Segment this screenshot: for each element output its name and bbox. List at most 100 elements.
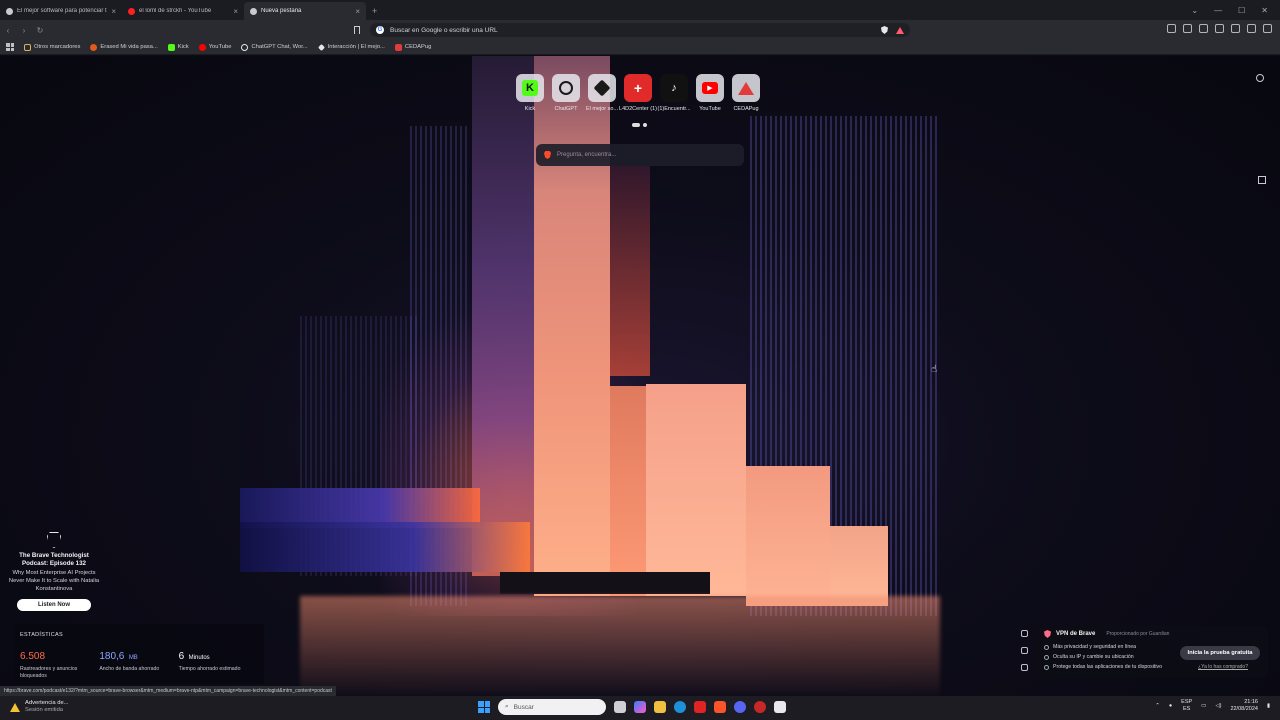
- topsite-youtube[interactable]: ▶ YouTube: [696, 74, 724, 112]
- topsite-kick[interactable]: K Kick: [516, 74, 544, 112]
- bookmark-erased[interactable]: Erased Mi vida pasa...: [90, 43, 158, 51]
- tab-close-icon[interactable]: ×: [111, 7, 116, 16]
- close-window-icon[interactable]: ✕: [1261, 6, 1268, 15]
- listen-now-button[interactable]: Listen Now: [17, 599, 91, 611]
- leo-icon[interactable]: [1247, 24, 1256, 33]
- el-mejor-tile[interactable]: [588, 74, 616, 102]
- tiktok-tile[interactable]: ♪: [660, 74, 688, 102]
- topsites-pager[interactable]: [632, 123, 647, 127]
- cards-widget-icon[interactable]: [1020, 664, 1028, 671]
- copilot-icon[interactable]: [634, 701, 646, 713]
- youtube-tile[interactable]: ▶: [696, 74, 724, 102]
- steam-icon[interactable]: [754, 701, 766, 713]
- maximize-icon[interactable]: ☐: [1238, 6, 1245, 15]
- menu-icon[interactable]: [1263, 24, 1272, 33]
- edge-icon[interactable]: [674, 701, 686, 713]
- brave-search-icon: [544, 151, 551, 159]
- tab-search-icon[interactable]: ⌄: [1191, 6, 1198, 15]
- clock[interactable]: 21:16 22/08/2024: [1230, 699, 1258, 713]
- kick-tile[interactable]: K: [516, 74, 544, 102]
- topsite-el-mejor-software[interactable]: El mejor so...: [586, 74, 618, 112]
- tab-close-icon[interactable]: ×: [355, 7, 360, 16]
- weather-warning[interactable]: Advertencia de... Sesión emitida: [10, 700, 69, 714]
- tab-el-mejor-software[interactable]: El mejor software para potenciar tu c...…: [0, 2, 122, 20]
- notifications-icon[interactable]: ▮: [1267, 703, 1270, 709]
- brave-rewards-icon[interactable]: [896, 26, 904, 34]
- top-sites: K Kick ChatGPT El mejor so... + L4D2Cent…: [516, 74, 760, 112]
- stat-time: 6 Minutos Tiempo ahorrado estimado: [179, 646, 258, 680]
- vpn-widget-icon[interactable]: [1020, 630, 1028, 637]
- system-tray: ⌃ ● ESP ES ▭ ◁) 21:16 22/08/2024 ▮: [1155, 699, 1270, 713]
- start-trial-button[interactable]: Inicia la prueba gratuita: [1180, 646, 1260, 660]
- cedapug-tile[interactable]: [732, 74, 760, 102]
- tray-chevron-icon[interactable]: ⌃: [1155, 703, 1160, 709]
- status-url: https://brave.com/podcast/e132/?mtm_sour…: [0, 686, 336, 696]
- customize-gear-icon[interactable]: [1256, 74, 1264, 82]
- language-indicator[interactable]: ESP ES: [1181, 699, 1192, 713]
- volume-icon[interactable]: ◁): [1215, 703, 1221, 709]
- topsite-cedapug[interactable]: CEDAPug: [732, 74, 760, 112]
- bookmarks-bar: Otros marcadores Erased Mi vida pasa... …: [0, 40, 1280, 55]
- rewards-widget-icon[interactable]: [1020, 647, 1028, 654]
- taskbar-search[interactable]: ⌕ Buscar: [498, 699, 606, 715]
- bookmark-otros-marcadores[interactable]: Otros marcadores: [24, 43, 80, 51]
- chatgpt-tile[interactable]: [552, 74, 580, 102]
- file-explorer-icon[interactable]: [654, 701, 666, 713]
- vpn-icon[interactable]: [1231, 24, 1240, 33]
- wallet-icon[interactable]: [1199, 24, 1208, 33]
- bookmark-label: Erased Mi vida pasa...: [100, 44, 158, 50]
- toolbar-actions: [1167, 24, 1272, 33]
- back-icon[interactable]: ‹: [0, 26, 16, 35]
- hand-cursor-icon: ☝: [931, 364, 938, 375]
- task-view-icon[interactable]: [614, 701, 626, 713]
- apps-icon[interactable]: [6, 43, 14, 51]
- tab-title: Nueva pestaña: [261, 8, 302, 14]
- bookmark-youtube[interactable]: YouTube: [198, 43, 231, 51]
- pager-dot-active[interactable]: [632, 123, 640, 127]
- lang-code: ESP: [1181, 699, 1193, 705]
- app-icon[interactable]: [774, 701, 786, 713]
- reload-icon[interactable]: ↻: [32, 26, 48, 35]
- bookmark-kick[interactable]: Kick: [167, 43, 189, 51]
- warning-sub: Sesión emitida: [25, 707, 64, 713]
- windows-taskbar: Advertencia de... Sesión emitida ⌕ Busca…: [0, 696, 1280, 720]
- microphone-icon[interactable]: ●: [1169, 703, 1172, 709]
- sidebar-icon[interactable]: [1183, 24, 1192, 33]
- bookmark-label: CEDAPug: [404, 44, 432, 50]
- youtube-icon: ▶: [702, 82, 718, 94]
- topsite-l4d2center[interactable]: + L4D2Center (1): [619, 74, 657, 112]
- extensions-icon[interactable]: [1215, 24, 1224, 33]
- bookmark-chatgpt[interactable]: ChatGPT Chat, Wor...: [241, 43, 308, 51]
- brave-shields-icon[interactable]: [881, 26, 888, 34]
- search-box[interactable]: Pregunta, encuentra...: [536, 144, 744, 166]
- already-purchased-link[interactable]: ¿Ya lo has comprado?: [1198, 664, 1248, 670]
- topsite-chatgpt[interactable]: ChatGPT: [552, 74, 580, 112]
- minimize-icon[interactable]: —: [1214, 6, 1222, 15]
- discord-icon[interactable]: [734, 701, 746, 713]
- folder-icon: [24, 43, 31, 51]
- network-icon[interactable]: ▭: [1201, 703, 1206, 709]
- forward-icon[interactable]: ›: [16, 26, 32, 35]
- tab-youtube[interactable]: el loml de strckh - YouTube ×: [122, 2, 244, 20]
- pager-dot[interactable]: [643, 123, 647, 127]
- new-tab-button[interactable]: +: [366, 2, 383, 20]
- bookmark-interaccion[interactable]: Interacción | El mejo...: [317, 43, 385, 51]
- lang-sub: ES: [1182, 706, 1191, 712]
- brave-icon[interactable]: [714, 701, 726, 713]
- topsite-tiktok[interactable]: ♪ (1)Encuentr...: [657, 74, 691, 112]
- vpn-provider: Proporcionado por Guardian: [1106, 631, 1170, 637]
- bookmark-cedapug[interactable]: CEDAPug: [394, 43, 432, 51]
- media-icon[interactable]: [1167, 24, 1176, 33]
- l4d2-tile[interactable]: +: [624, 74, 652, 102]
- app-red-icon[interactable]: [694, 701, 706, 713]
- bookmark-page-icon[interactable]: [354, 26, 360, 34]
- windows-start-icon[interactable]: [478, 701, 490, 713]
- address-bar[interactable]: G Buscar en Google o escribir una URL: [370, 23, 910, 37]
- tab-close-icon[interactable]: ×: [233, 7, 238, 16]
- new-tab-page: K Kick ChatGPT El mejor so... + L4D2Cent…: [0, 56, 1280, 696]
- tab-title: el loml de strckh - YouTube: [139, 8, 212, 14]
- open-external-icon[interactable]: [1258, 176, 1266, 184]
- youtube-favicon-icon: [128, 7, 135, 15]
- tab-nueva-pestana[interactable]: Nueva pestaña ×: [244, 2, 366, 20]
- stats-widget: ESTADÍSTICAS 6.508 Rastreadores y anunci…: [14, 624, 264, 684]
